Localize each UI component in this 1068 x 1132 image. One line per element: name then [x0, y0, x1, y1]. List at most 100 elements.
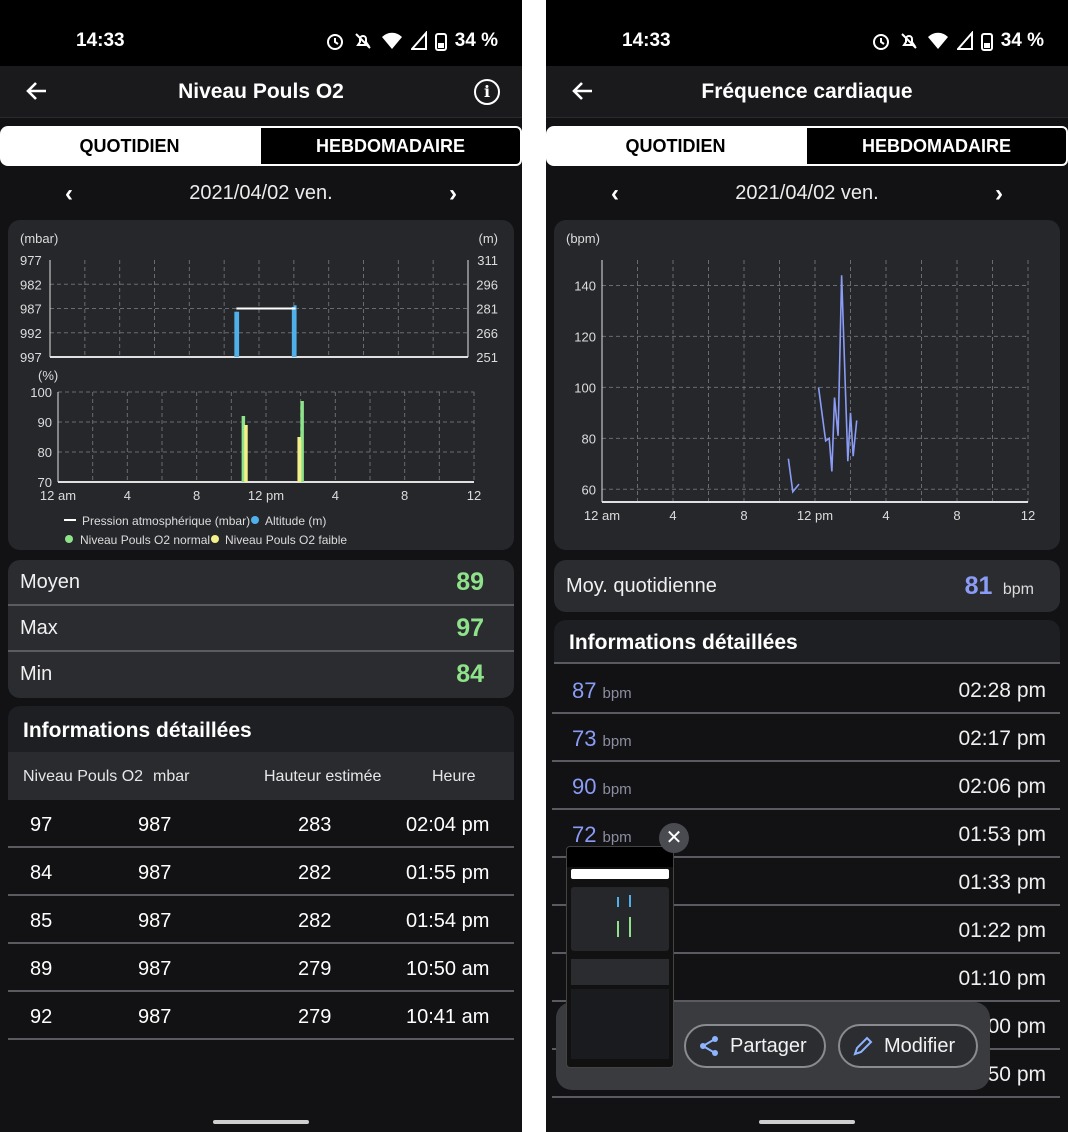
close-icon[interactable]: ✕ — [659, 823, 689, 853]
tick-label: 120 — [574, 329, 596, 344]
page-title: Niveau Pouls O2 — [178, 80, 344, 103]
tick-label: 12 am — [40, 488, 76, 503]
home-indicator[interactable] — [759, 1120, 855, 1124]
column-header: Heure — [432, 768, 476, 785]
bpm-reading: 87 bpm — [572, 678, 632, 704]
legend-label: Niveau Pouls O2 normal — [80, 533, 210, 547]
column-header: mbar — [153, 768, 190, 785]
tab-weekly[interactable]: HEBDOMADAIRE — [259, 126, 522, 166]
stat-label: Min — [20, 663, 53, 685]
legend-swatch — [211, 535, 219, 543]
table-row: 84 987 282 01:55 pm — [8, 848, 514, 896]
tick-label: 12 am — [584, 508, 620, 523]
tick-label: 100 — [574, 380, 596, 395]
table-cell: 01:55 pm — [406, 862, 490, 884]
reading-time: 01:10 pm — [958, 967, 1046, 990]
details-header: Informations détaillées — [554, 620, 1060, 664]
tick-label: 12 pm — [248, 488, 284, 503]
tab-bar: QUOTIDIEN HEBDOMADAIRE — [546, 126, 1068, 166]
table-cell: 282 — [298, 910, 332, 932]
status-bar: 14:33 34 % — [546, 0, 1068, 66]
table-cell: 89 — [30, 958, 53, 980]
table-cell: 02:04 pm — [406, 814, 490, 836]
bpm-unit: bpm — [602, 781, 632, 798]
list-item: 73 bpm 02:17 pm — [552, 714, 1060, 762]
tick-label: 992 — [20, 326, 42, 341]
tick-label: 100 — [30, 385, 52, 400]
stat-min: Min 84 — [8, 652, 514, 698]
table-cell: 987 — [138, 1006, 172, 1028]
details-title: Informations détaillées — [23, 719, 252, 742]
battery-percent: 34 % — [1000, 30, 1044, 51]
tick-label: 281 — [476, 302, 498, 317]
bpm-unit: bpm — [602, 829, 632, 846]
alarm-icon — [326, 34, 343, 50]
status-time: 14:33 — [622, 30, 671, 51]
signal-icon — [956, 31, 973, 50]
details-title: Informations détaillées — [569, 631, 798, 654]
reading-time: 01:53 pm — [958, 823, 1046, 846]
table-row: 89 987 279 10:50 am — [8, 944, 514, 992]
tick-label: 251 — [476, 350, 498, 365]
tab-weekly[interactable]: HEBDOMADAIRE — [805, 126, 1068, 166]
tab-bar: QUOTIDIEN HEBDOMADAIRE — [0, 126, 522, 166]
screenshot-thumbnail[interactable] — [566, 846, 674, 1068]
legend-swatch — [65, 535, 73, 543]
wifi-icon — [927, 32, 948, 49]
wifi-icon — [381, 32, 402, 49]
list-item: 90 bpm 02:06 pm — [552, 762, 1060, 810]
info-icon[interactable]: i — [474, 79, 500, 105]
table-cell: 282 — [298, 862, 332, 884]
tick-label: 997 — [20, 350, 42, 365]
notifications-off-icon — [900, 33, 917, 49]
date-navigator: ‹ 2021/04/02 ven. › — [0, 176, 522, 212]
tab-daily[interactable]: QUOTIDIEN — [546, 126, 805, 166]
altitude-bar — [293, 305, 297, 357]
tab-daily[interactable]: QUOTIDIEN — [0, 126, 259, 166]
tick-label: 8 — [953, 508, 960, 523]
table-cell: 97 — [30, 814, 53, 836]
heart-rate-line — [787, 458, 800, 494]
table-header: Niveau Pouls O2 mbar Hauteur estimée Heu… — [8, 752, 514, 800]
share-label: Partager — [730, 1035, 807, 1057]
heart-rate-chart: (bpm) 140 120 100 80 60 12 am 4 8 12 pm 4 8 12 — [566, 231, 1035, 523]
tick-label: 987 — [20, 302, 42, 317]
tick-label: 140 — [574, 278, 596, 293]
battery-percent: 34 % — [454, 30, 498, 51]
tick-label: 90 — [38, 415, 52, 430]
tick-label: 8 — [401, 488, 408, 503]
stat-value: 89 — [456, 568, 484, 596]
home-indicator[interactable] — [213, 1120, 309, 1124]
reading-time: 02:28 pm — [958, 679, 1046, 702]
tick-label: 982 — [20, 277, 42, 292]
y-axis-label: (bpm) — [566, 231, 600, 246]
app-bar: Niveau Pouls O2 i — [0, 66, 522, 118]
table-cell: 987 — [138, 958, 172, 980]
bpm-value: 87 — [572, 678, 597, 703]
reading-time: 02:17 pm — [958, 727, 1046, 750]
battery-icon — [434, 33, 447, 51]
share-button[interactable]: Partager — [684, 1024, 826, 1068]
next-day-icon[interactable]: › — [987, 180, 1011, 208]
avg-unit: bpm — [1002, 581, 1034, 598]
tick-label: 977 — [20, 253, 42, 268]
signal-icon — [410, 31, 427, 50]
table-cell: 987 — [138, 814, 172, 836]
alarm-icon — [872, 34, 889, 50]
stat-max: Max 97 — [8, 606, 514, 652]
tick-label: 80 — [38, 445, 52, 460]
bpm-reading: 72 bpm — [572, 822, 632, 848]
y2-axis-label: (m) — [479, 231, 499, 246]
table-row: 85 987 282 01:54 pm — [8, 896, 514, 944]
stat-value: 84 — [456, 660, 484, 688]
edit-button[interactable]: Modifier — [838, 1024, 978, 1068]
bpm-value: 73 — [572, 726, 597, 751]
reading-time: 02:06 pm — [958, 775, 1046, 798]
tick-label: 266 — [476, 326, 498, 341]
stat-label: Max — [20, 617, 58, 639]
next-day-icon[interactable]: › — [441, 180, 465, 208]
bpm-unit: bpm — [602, 733, 632, 750]
bpm-unit: bpm — [602, 685, 632, 702]
notifications-off-icon — [354, 33, 371, 49]
tick-label: 8 — [740, 508, 747, 523]
